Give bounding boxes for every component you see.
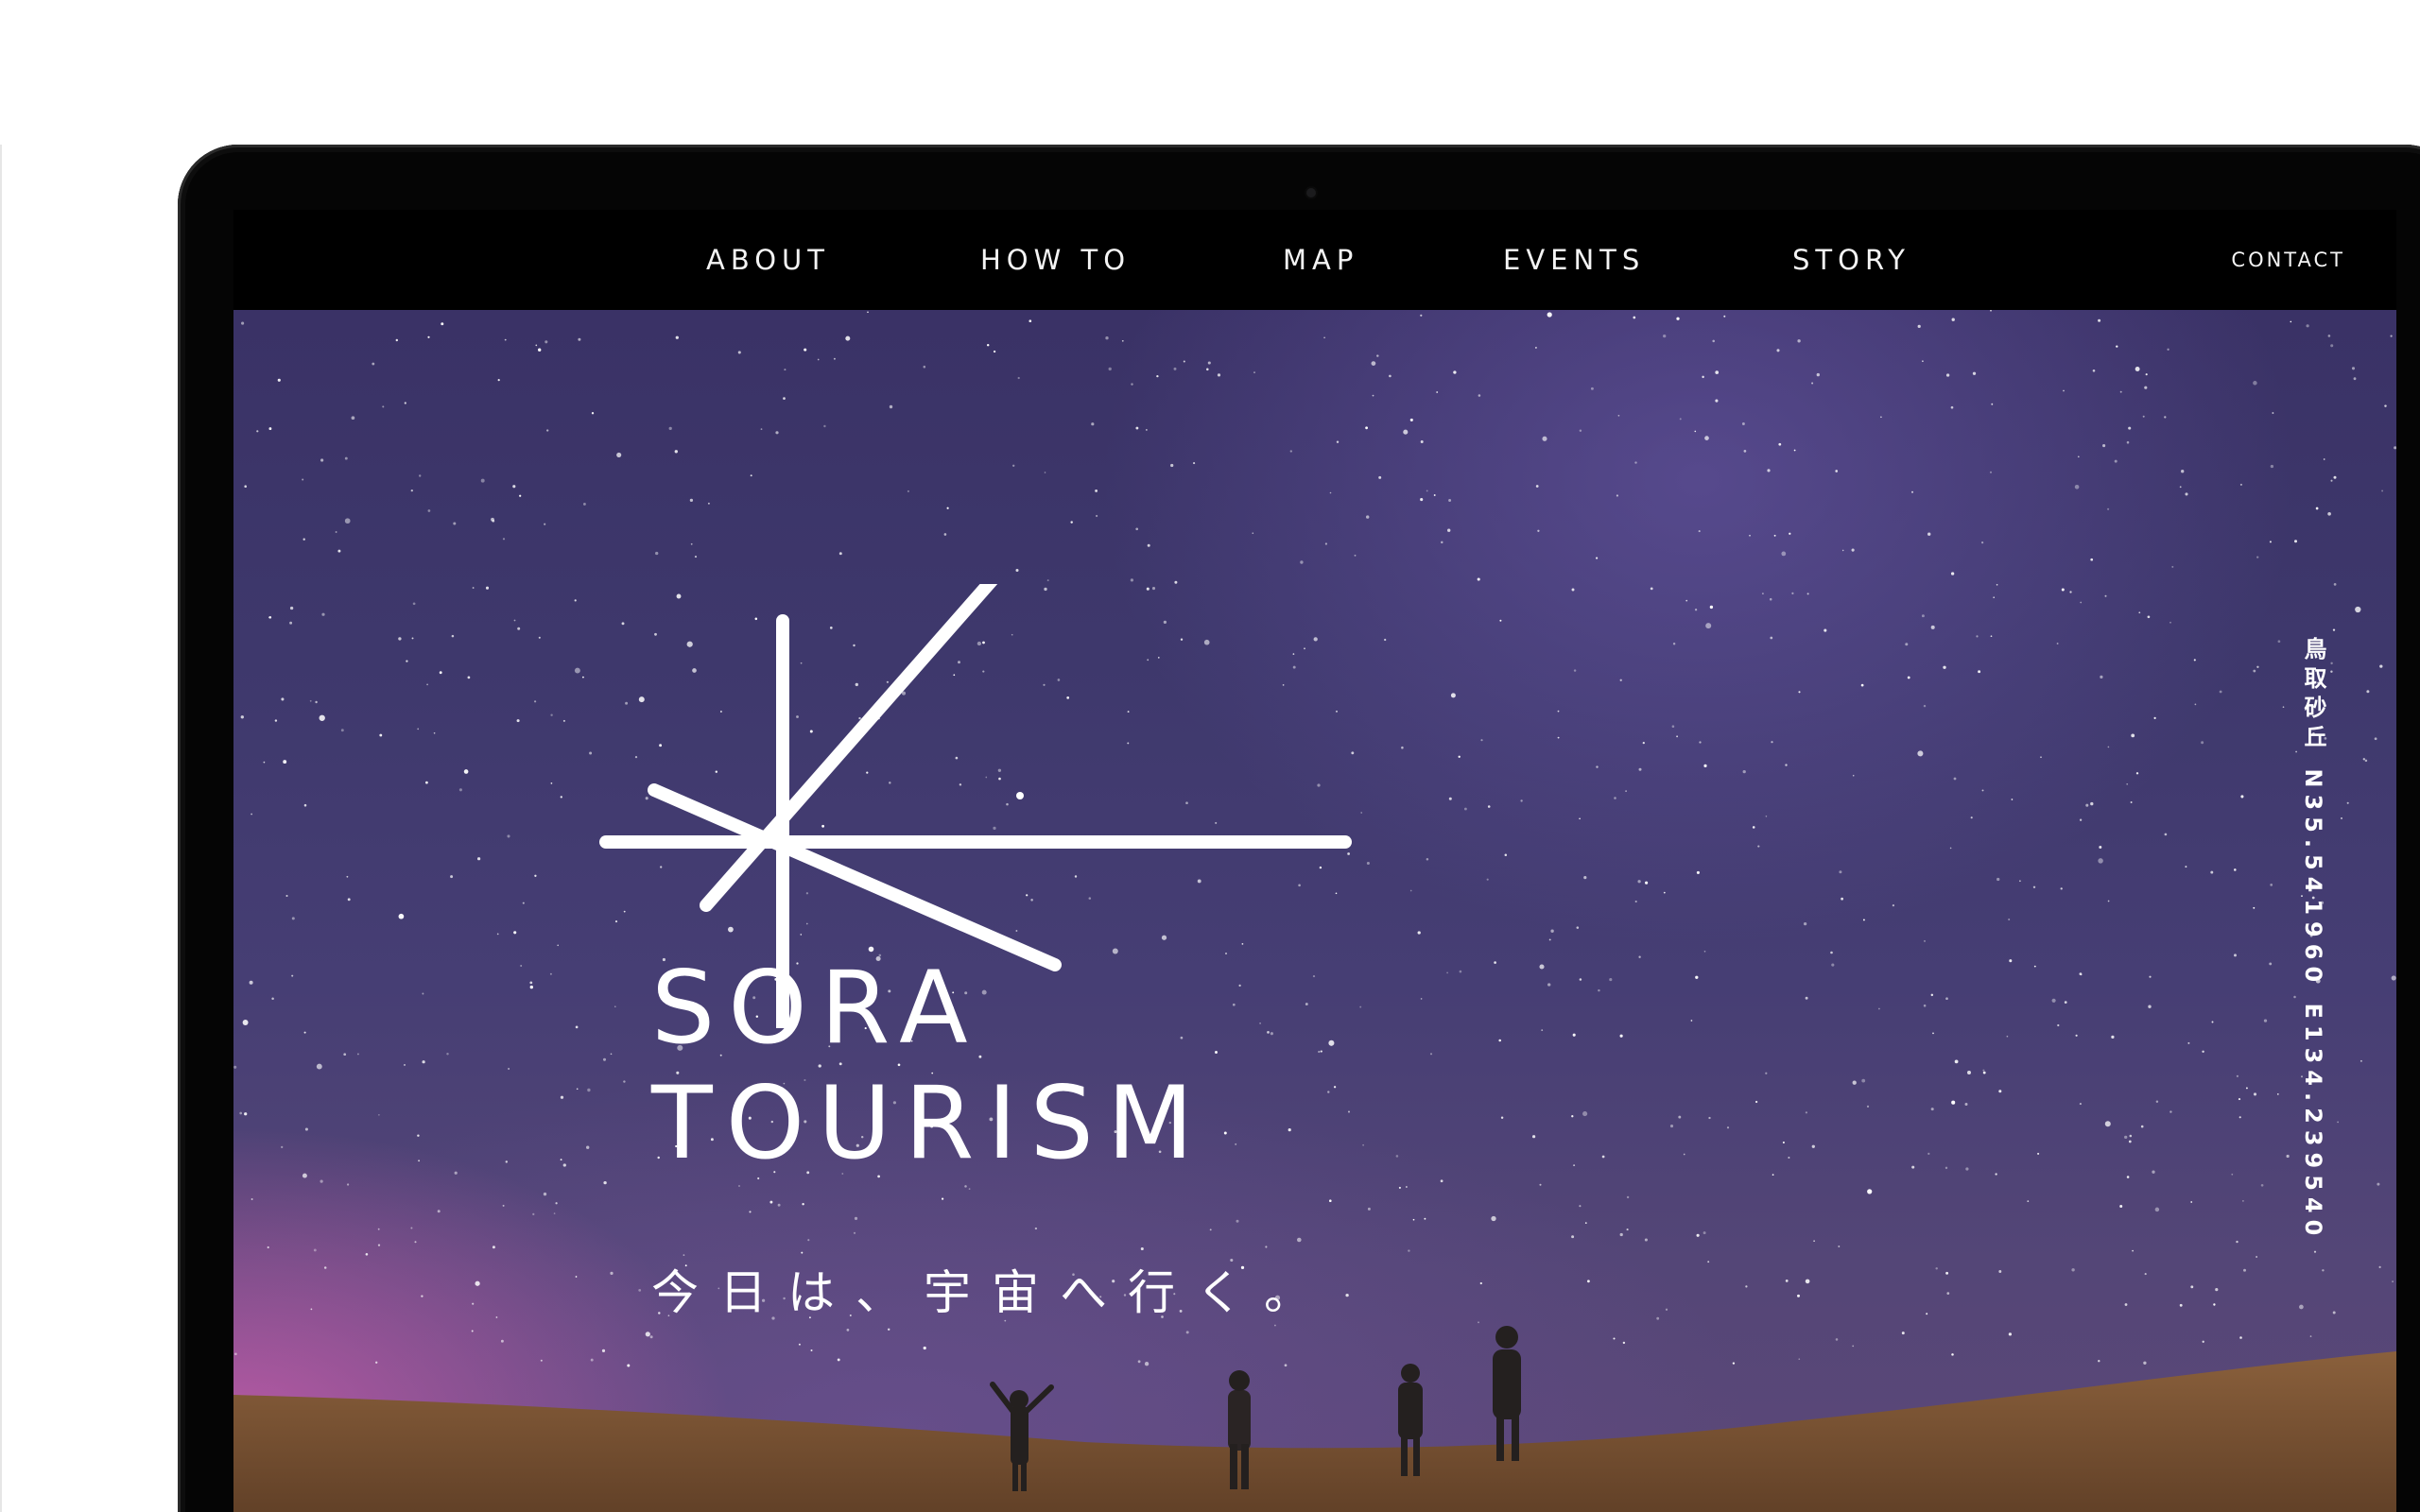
website-screen: ABOUT HOW TO MAP EVENTS STORY CONTACT SO… <box>233 210 2396 1512</box>
contact-link[interactable]: CONTACT <box>2231 210 2345 310</box>
top-navigation: ABOUT HOW TO MAP EVENTS STORY CONTACT <box>233 210 2396 310</box>
sand-dune <box>233 1351 2396 1512</box>
person-standing-3 <box>1493 1326 1521 1461</box>
nav-story-link[interactable]: STORY <box>1792 210 1910 310</box>
page: ABOUT HOW TO MAP EVENTS STORY CONTACT SO… <box>0 0 2420 1512</box>
camera-icon <box>1306 188 1316 198</box>
nav-about-link[interactable]: ABOUT <box>706 210 830 310</box>
page-edge <box>0 145 2 1512</box>
nav-events-link[interactable]: EVENTS <box>1503 210 1645 310</box>
nav-how-to-link[interactable]: HOW TO <box>980 210 1131 310</box>
hero-section: SORA TOURISM 今日は、宇宙へ行く。 鳥取砂丘 N35.541960 … <box>233 310 2396 1512</box>
sand-dune-scene <box>233 1326 2396 1512</box>
nav-map-link[interactable]: MAP <box>1283 210 1358 310</box>
